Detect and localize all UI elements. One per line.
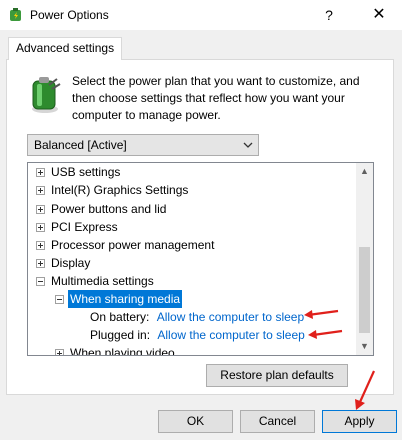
on-battery-value-link[interactable]: Allow the computer to sleep (157, 310, 304, 324)
tree-scrollbar[interactable]: ▲ ▼ (356, 163, 373, 355)
power-options-dialog: Power Options ? ✕ Advanced settings Sele… (0, 0, 402, 440)
expand-icon[interactable] (55, 349, 64, 355)
expand-icon[interactable] (36, 241, 45, 250)
tree-item-label: When sharing media (68, 290, 183, 308)
expand-icon[interactable] (36, 205, 45, 214)
tree-item-label: Processor power management (51, 238, 215, 252)
annotation-arrow-icon (304, 309, 339, 319)
tree-item-on-battery[interactable]: On battery: Allow the computer to sleep (90, 308, 304, 327)
tree-item-label: When playing video (70, 346, 175, 356)
tree-item-label: Intel(R) Graphics Settings (51, 183, 189, 197)
power-plan-dropdown[interactable]: Balanced [Active] (27, 134, 259, 156)
ok-button[interactable]: OK (158, 410, 233, 433)
apply-button[interactable]: Apply (322, 410, 397, 433)
scroll-up-arrow-icon[interactable]: ▲ (356, 163, 373, 180)
expand-icon[interactable] (36, 168, 45, 177)
close-button[interactable]: ✕ (364, 3, 394, 27)
window-title: Power Options (30, 8, 109, 22)
annotation-arrow-icon (308, 329, 343, 339)
tree-item-label: PCI Express (51, 220, 118, 234)
scrollbar-thumb[interactable] (359, 247, 370, 333)
cancel-button[interactable]: Cancel (240, 410, 315, 433)
tree-item-label: Display (51, 256, 91, 270)
tree-item-plugged-in[interactable]: Plugged in: Allow the computer to sleep (90, 326, 305, 345)
power-options-icon (10, 8, 21, 21)
annotation-arrow-icon (355, 370, 376, 410)
chevron-down-icon (243, 142, 253, 148)
tree-item-label: USB settings (51, 165, 121, 179)
collapse-icon[interactable] (55, 295, 64, 304)
expand-icon[interactable] (36, 186, 45, 195)
power-plan-value: Balanced [Active] (34, 138, 127, 152)
expand-icon[interactable] (36, 223, 45, 232)
battery-icon (32, 77, 61, 113)
expand-icon[interactable] (36, 259, 45, 268)
description-text: Select the power plan that you want to c… (72, 74, 360, 122)
scroll-down-arrow-icon[interactable]: ▼ (356, 338, 373, 355)
collapse-icon[interactable] (36, 277, 45, 286)
help-button[interactable]: ? (316, 3, 342, 27)
restore-plan-defaults-button[interactable]: Restore plan defaults (206, 364, 348, 387)
title-bar: Power Options ? ✕ (0, 0, 402, 30)
tree-item-label: Power buttons and lid (51, 202, 167, 216)
setting-label: On battery: (90, 310, 150, 324)
setting-label: Plugged in: (90, 328, 151, 342)
plugged-in-value-link[interactable]: Allow the computer to sleep (157, 328, 304, 342)
tab-advanced-settings[interactable]: Advanced settings (8, 37, 123, 60)
tree-item-label: Multimedia settings (51, 274, 154, 288)
